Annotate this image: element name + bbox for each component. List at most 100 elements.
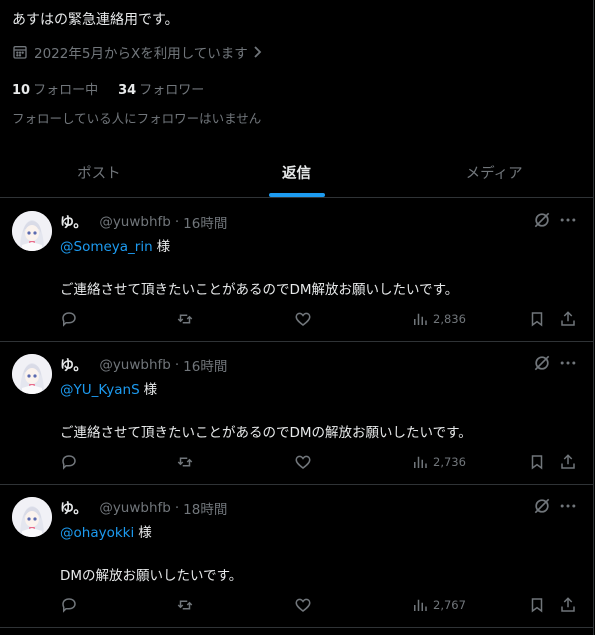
tweet-actions: 2,767: [0, 595, 593, 615]
reply-to: @Someya_rin 様: [60, 235, 170, 255]
timestamp[interactable]: 18時間: [183, 498, 227, 518]
timestamp[interactable]: 16時間: [183, 355, 227, 375]
views-icon: [414, 456, 427, 468]
bookmark-button[interactable]: [528, 595, 546, 615]
repost-button[interactable]: [176, 452, 194, 472]
tab-replies-label: 返信: [282, 166, 311, 182]
mutual-followers-note: フォローしている人にフォロワーはいません: [12, 111, 262, 126]
follow-stats: 10 フォロー中 34 フォロワー: [12, 79, 224, 98]
followers-label: フォロワー: [139, 83, 205, 98]
timestamp[interactable]: 16時間: [183, 212, 227, 232]
mention-link[interactable]: @YU_KyanS: [60, 382, 140, 398]
following-link[interactable]: 10 フォロー中: [12, 79, 98, 98]
display-name[interactable]: ゆ。: [60, 212, 87, 232]
reply-to: @ohayokki 様: [60, 521, 152, 541]
honorific: 様: [156, 239, 171, 255]
tweet[interactable]: ゆ。 @yuwbhfb · 16時間 @YU_KyanS 様 ご連絡させて頂きたい…: [0, 342, 593, 485]
tweet[interactable]: ゆ。 @yuwbhfb · 18時間 @ohayokki 様 DMの解放お願いした…: [0, 485, 593, 628]
share-icon: [561, 597, 575, 612]
display-name[interactable]: ゆ。: [60, 355, 87, 375]
tab-media-label: メディア: [465, 166, 523, 182]
chevron-right-icon: [254, 46, 262, 58]
avatar[interactable]: [12, 354, 52, 394]
repost-button[interactable]: [176, 595, 194, 615]
like-icon: [295, 598, 311, 612]
following-label: フォロー中: [33, 83, 99, 98]
joined-date[interactable]: 2022年5月からXを利用しています: [12, 42, 270, 62]
share-icon: [561, 454, 575, 469]
active-tab-indicator: [268, 193, 325, 197]
tweet-text: ご連絡させて頂きたいことがあるのでDMの解放お願いしたいです。: [60, 425, 472, 441]
reply-button[interactable]: [60, 452, 78, 472]
tweet-actions: 2,836: [0, 309, 593, 329]
reply-icon: [62, 598, 76, 613]
bookmark-button[interactable]: [528, 452, 546, 472]
reply-button[interactable]: [60, 595, 78, 615]
view-count: 2,836: [433, 312, 466, 326]
reply-to: @YU_KyanS 様: [60, 378, 157, 398]
share-button[interactable]: [559, 452, 577, 472]
reply-icon: [62, 455, 76, 470]
like-icon: [295, 455, 311, 469]
profile-bio: あすはの緊急連絡用です。: [12, 12, 179, 28]
like-button[interactable]: [294, 452, 312, 472]
user-handle[interactable]: @yuwbhfb: [99, 214, 171, 230]
tweet-text: ご連絡させて頂きたいことがあるのでDM解放お願いしたいです。: [60, 282, 459, 298]
tweet-actions: 2,736: [0, 452, 593, 472]
avatar[interactable]: [12, 211, 52, 251]
tab-replies[interactable]: 返信: [198, 148, 396, 197]
followers-link[interactable]: 34 フォロワー: [118, 79, 204, 98]
more-icon[interactable]: [558, 210, 578, 230]
joined-text: 2022年5月からXを利用しています: [34, 46, 248, 62]
reply-icon: [62, 312, 76, 327]
grok-icon[interactable]: [532, 353, 552, 373]
avatar[interactable]: [12, 497, 52, 537]
views-icon: [414, 599, 427, 611]
views-button[interactable]: 2,836: [411, 309, 466, 329]
like-button[interactable]: [294, 309, 312, 329]
grok-icon[interactable]: [532, 496, 552, 516]
mention-link[interactable]: @Someya_rin: [60, 239, 153, 255]
repost-icon: [177, 314, 193, 324]
views-button[interactable]: 2,736: [411, 452, 466, 472]
views-icon: [414, 313, 427, 325]
calendar-icon: [13, 45, 27, 59]
separator-dot: ·: [174, 500, 180, 516]
followers-count: 34: [118, 83, 137, 98]
tweet-header: ゆ。 @yuwbhfb · 18時間: [60, 498, 227, 518]
repost-icon: [177, 457, 193, 467]
share-button[interactable]: [559, 309, 577, 329]
tab-posts-label: ポスト: [77, 166, 121, 182]
bookmark-button[interactable]: [528, 309, 546, 329]
more-icon[interactable]: [558, 496, 578, 516]
tab-media[interactable]: メディア: [395, 148, 593, 197]
more-icon[interactable]: [558, 353, 578, 373]
column-divider: [593, 0, 594, 635]
separator-dot: ·: [174, 214, 180, 230]
share-button[interactable]: [559, 595, 577, 615]
like-button[interactable]: [294, 595, 312, 615]
separator-dot: ·: [174, 357, 180, 373]
views-button[interactable]: 2,767: [411, 595, 466, 615]
tweet-header: ゆ。 @yuwbhfb · 16時間: [60, 355, 227, 375]
honorific: 様: [143, 382, 158, 398]
reply-button[interactable]: [60, 309, 78, 329]
mention-link[interactable]: @ohayokki: [60, 525, 134, 541]
grok-icon[interactable]: [532, 210, 552, 230]
tweet-text: DMの解放お願いしたいです。: [60, 568, 243, 584]
bookmark-icon: [531, 455, 543, 470]
tweet-header: ゆ。 @yuwbhfb · 16時間: [60, 212, 227, 232]
tab-posts[interactable]: ポスト: [0, 148, 198, 197]
bookmark-icon: [531, 598, 543, 613]
share-icon: [561, 311, 575, 326]
user-handle[interactable]: @yuwbhfb: [99, 357, 171, 373]
following-count: 10: [12, 83, 31, 98]
display-name[interactable]: ゆ。: [60, 498, 87, 518]
tweet[interactable]: ゆ。 @yuwbhfb · 16時間 @Someya_rin 様 ご連絡させて頂き…: [0, 199, 593, 342]
repost-button[interactable]: [176, 309, 194, 329]
view-count: 2,736: [433, 455, 466, 469]
honorific: 様: [138, 525, 152, 541]
profile-tabs: ポスト 返信 メディア: [0, 148, 593, 198]
user-handle[interactable]: @yuwbhfb: [99, 500, 171, 516]
repost-icon: [177, 600, 193, 610]
